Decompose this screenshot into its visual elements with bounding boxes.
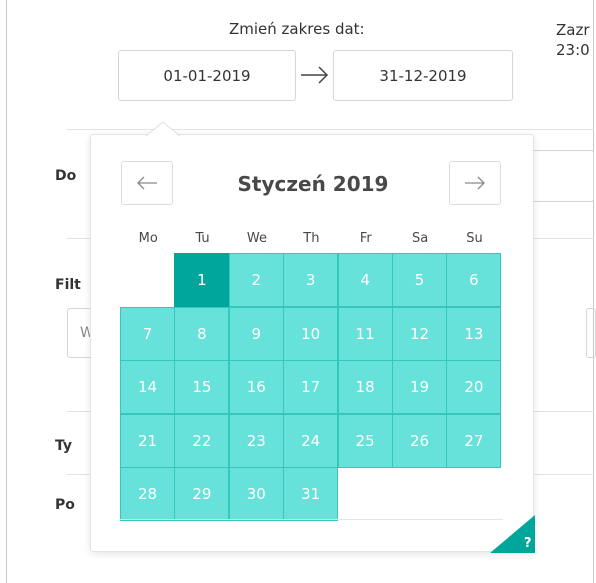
weekday-label: We: [246, 231, 268, 246]
calendar-day[interactable]: 30: [228, 467, 284, 522]
end-date-input[interactable]: 31-12-2019: [333, 50, 513, 101]
popup-caret: [146, 122, 180, 136]
range-arrow-icon: [301, 66, 329, 84]
calendar-day[interactable]: 12: [392, 306, 447, 361]
clipped-header-line-1: Zazr: [556, 21, 590, 39]
calendar-day[interactable]: 19: [392, 360, 447, 415]
calendar-day[interactable]: 26: [392, 413, 447, 468]
calendar-day[interactable]: 8: [174, 306, 230, 361]
weekday-label: Th: [303, 231, 320, 246]
calendar-day[interactable]: 6: [446, 253, 502, 307]
calendar-day[interactable]: 2: [228, 253, 284, 307]
background-input-right[interactable]: [586, 308, 596, 358]
weekday-label: Fr: [359, 231, 372, 246]
calendar-day[interactable]: 9: [228, 306, 284, 361]
calendar-day[interactable]: 14: [120, 360, 175, 415]
help-badge[interactable]: ?: [490, 515, 535, 553]
calendar-day[interactable]: 29: [174, 467, 230, 522]
calendar-day[interactable]: 22: [174, 413, 230, 468]
calendar-day[interactable]: 10: [283, 306, 339, 361]
calendar-day[interactable]: 16: [228, 360, 284, 415]
calendar-day[interactable]: 25: [337, 413, 393, 468]
weekday-label: Mo: [138, 231, 158, 246]
calendar-day[interactable]: 13: [446, 306, 502, 361]
weekday-label: Su: [466, 231, 483, 246]
date-range-label: Zmień zakres dat:: [229, 20, 365, 38]
weekday-label: Tu: [195, 231, 210, 246]
calendar-day[interactable]: 15: [174, 360, 230, 415]
calendar-day[interactable]: 20: [446, 360, 502, 415]
weekday-header: Mo Tu We Th Fr Sa Su: [121, 231, 502, 246]
calendar-day[interactable]: 7: [120, 306, 175, 361]
background-label-po: Po: [55, 497, 75, 513]
calendar-day[interactable]: 27: [446, 413, 502, 468]
start-date-input[interactable]: 01-01-2019: [118, 50, 296, 101]
question-mark-icon: ?: [524, 536, 532, 551]
calendar-day-grid: 1 2 3 4 5 6 7 8 9 10 11 12 13 14 15 16 17 18 19 20 21 22 23 24 2…: [120, 253, 503, 522]
calendar-day[interactable]: 21: [120, 413, 175, 468]
background-label-do: Do: [55, 168, 77, 184]
calendar-day[interactable]: 3: [283, 253, 339, 307]
calendar-day[interactable]: 31: [283, 467, 339, 522]
calendar-day[interactable]: 28: [120, 467, 175, 522]
calendar-day[interactable]: 23: [228, 413, 284, 468]
weekday-label: Sa: [412, 231, 429, 246]
next-month-button[interactable]: [449, 161, 501, 205]
calendar-day[interactable]: 5: [392, 253, 447, 307]
calendar-day[interactable]: 17: [283, 360, 339, 415]
calendar-day[interactable]: 24: [283, 413, 339, 468]
background-label-filt: Filt: [55, 277, 81, 293]
calendar-day[interactable]: 18: [337, 360, 393, 415]
datepicker-popup: Styczeń 2019 Mo Tu We Th Fr Sa Su 123456…: [90, 134, 535, 553]
clipped-header-line-2: 23:0: [556, 41, 590, 59]
background-input[interactable]: [530, 150, 594, 202]
background-label-ty: Ty: [55, 438, 73, 454]
calendar-day[interactable]: 11: [337, 306, 393, 361]
calendar-day[interactable]: 4: [337, 253, 393, 307]
calendar-day-selected[interactable]: 1: [174, 253, 230, 307]
clipped-header-text: Zazr 23:0: [556, 20, 594, 60]
right-arrow-icon: [465, 176, 485, 190]
divider: [120, 519, 503, 520]
